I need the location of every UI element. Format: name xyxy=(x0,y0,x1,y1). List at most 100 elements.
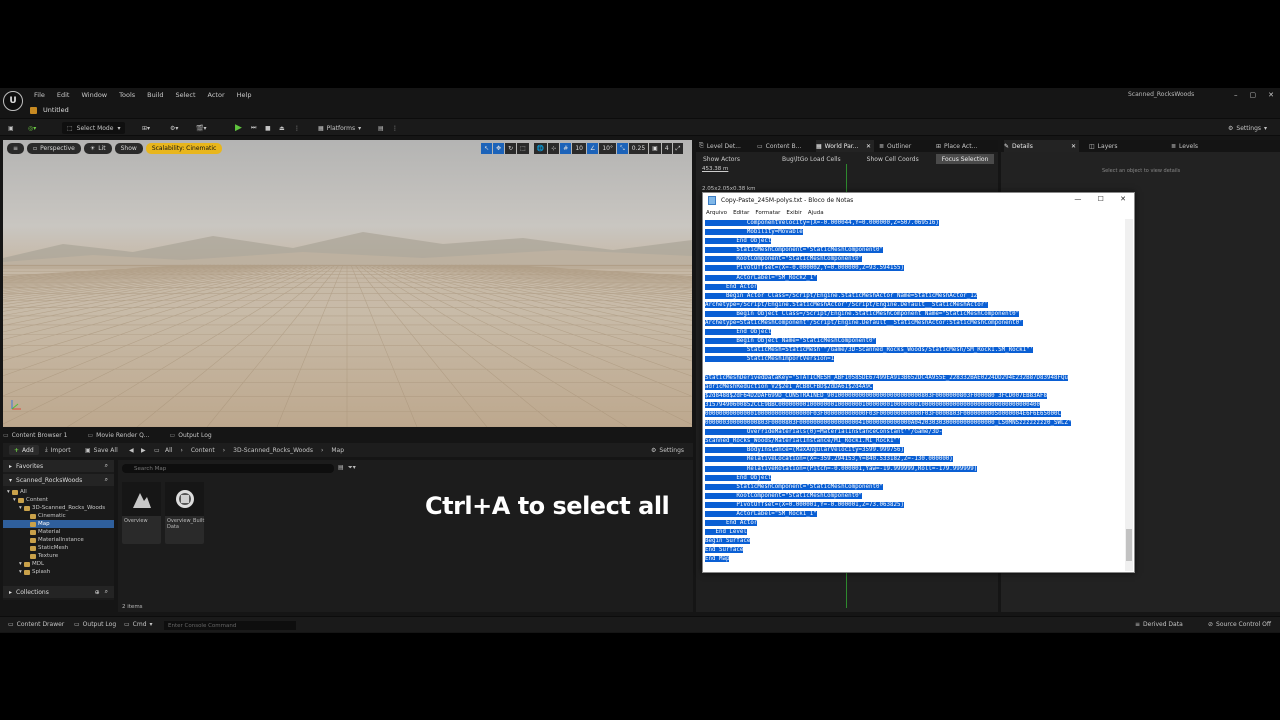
maximize-icon[interactable]: ☐ xyxy=(1098,195,1104,203)
asset-tile[interactable]: Overview_Built Data xyxy=(165,482,204,544)
focus-selection-button[interactable]: Focus Selection xyxy=(935,154,995,164)
lit-button[interactable]: ☀ Lit xyxy=(83,143,112,154)
notepad-text-area[interactable]: ComponentVelocity=(X=-0.000044,Y=0.00000… xyxy=(705,219,1123,571)
menu-file[interactable]: File xyxy=(34,91,45,99)
breadcrumb-content[interactable]: Content xyxy=(191,447,215,454)
menu-build[interactable]: Build xyxy=(147,91,163,99)
grid-snap-value[interactable]: 10 xyxy=(572,143,586,154)
save-search-icon[interactable]: ▤ xyxy=(338,464,344,471)
folder-nav-icon[interactable]: ▭ xyxy=(154,445,160,455)
menu-exibir[interactable]: Exibir xyxy=(786,210,802,216)
notepad-window[interactable]: Copy-Paste_245M-polys.txt - Bloco de Not… xyxy=(702,192,1135,573)
folder-tree-item[interactable]: Cinematic xyxy=(3,512,114,520)
scrollbar-thumb[interactable] xyxy=(1126,529,1132,561)
minimize-icon[interactable]: – xyxy=(1234,91,1238,99)
folder-tree-item[interactable]: ▾ Splash xyxy=(3,568,114,576)
build-icon[interactable]: ▤ xyxy=(378,122,384,134)
more-options-icon[interactable]: ⋮ xyxy=(392,122,398,134)
save-icon[interactable]: ▣ xyxy=(8,122,14,134)
tab-layers[interactable]: ◫ Layers xyxy=(1089,140,1159,152)
rotate-tool-icon[interactable]: ↻ xyxy=(505,143,517,154)
search-icon[interactable]: ⌕ xyxy=(105,476,108,484)
tab-content-browser[interactable]: ▭ Content Browser 1 xyxy=(3,432,67,439)
select-tool-icon[interactable]: ↖ xyxy=(481,143,493,154)
console-input[interactable]: Enter Console Command xyxy=(164,621,296,630)
blueprint-icon[interactable]: ⚙▾ xyxy=(170,122,178,134)
folder-tree-item[interactable]: StaticMesh xyxy=(3,544,114,552)
cmd-dropdown[interactable]: ▭ Cmd ▾ xyxy=(124,621,153,628)
source-control-button[interactable]: ⊘ Source Control Off xyxy=(1208,621,1271,628)
minimize-icon[interactable]: — xyxy=(1074,195,1081,203)
rotation-snap-value[interactable]: 10° xyxy=(599,143,616,154)
output-log-button[interactable]: ▭ Output Log xyxy=(74,621,116,628)
cinematics-icon[interactable]: 🎬▾ xyxy=(196,122,206,134)
add-actor-icon[interactable]: ⊞▾ xyxy=(142,122,150,134)
filter-icon[interactable]: ⏷▾ xyxy=(348,464,356,472)
menu-ajuda[interactable]: Ajuda xyxy=(808,210,824,216)
folder-tree-item[interactable]: Map xyxy=(3,520,114,528)
stop-icon[interactable]: ■ xyxy=(265,122,271,134)
close-icon[interactable]: ✕ xyxy=(1071,143,1076,150)
search-icon[interactable]: ⌕ xyxy=(105,588,108,596)
content-drawer-button[interactable]: ▭ Content Drawer xyxy=(8,621,64,628)
tab-place-actors[interactable]: ⊞ Place Act... xyxy=(936,140,996,152)
unreal-logo-icon[interactable]: U xyxy=(3,91,23,111)
folder-tree-item[interactable]: Material xyxy=(3,528,114,536)
grid-snap-icon[interactable]: # xyxy=(560,143,572,154)
level-tab[interactable]: Untitled xyxy=(30,106,69,114)
project-header[interactable]: ▾ Scanned_RocksWoods ⌕ xyxy=(3,474,114,486)
show-actors-toggle[interactable]: Show Actors xyxy=(700,154,743,164)
menu-arquivo[interactable]: Arquivo xyxy=(706,210,727,216)
world-space-icon[interactable]: 🌐 xyxy=(533,143,548,154)
folder-tree-item[interactable]: ▾ All xyxy=(3,488,114,496)
search-icon[interactable]: ⌕ xyxy=(105,462,108,470)
close-icon[interactable]: ✕ xyxy=(1268,91,1274,99)
menu-editar[interactable]: Editar xyxy=(733,210,749,216)
folder-tree-item[interactable]: ▾ MDL xyxy=(3,560,114,568)
history-forward-icon[interactable]: ▶ xyxy=(141,445,146,455)
tab-level-details[interactable]: ⎘ Level Det... xyxy=(699,140,757,152)
settings-button[interactable]: ⚙ Settings ▾ xyxy=(1228,122,1267,134)
perspective-button[interactable]: ▫ Perspective xyxy=(27,143,81,154)
tab-world-partition[interactable]: ▦ World Par... ✕ xyxy=(816,140,874,152)
scale-tool-icon[interactable]: ⬚ xyxy=(517,143,529,154)
search-input[interactable]: Search Map xyxy=(122,464,334,473)
eject-icon[interactable]: ⏏ xyxy=(279,122,285,134)
tab-output-log[interactable]: ▭ Output Log xyxy=(170,432,212,439)
tab-outliner[interactable]: ≣ Outliner xyxy=(879,140,934,152)
scalability-warning[interactable]: Scalability: Cinematic xyxy=(145,143,223,154)
favorites-header[interactable]: ▸ Favorites ⌕ xyxy=(3,460,114,472)
close-icon[interactable]: ✕ xyxy=(1120,195,1126,203)
maximize-viewport-icon[interactable]: ⤢ xyxy=(672,143,684,154)
camera-speed-value[interactable]: 4 xyxy=(661,143,672,154)
add-collection-icon[interactable]: ⊕ xyxy=(95,589,100,596)
show-cell-coords-toggle[interactable]: Show Cell Coords xyxy=(864,154,922,164)
menu-help[interactable]: Help xyxy=(237,91,252,99)
step-icon[interactable]: ⏭ xyxy=(251,122,256,134)
notepad-titlebar[interactable]: Copy-Paste_245M-polys.txt - Bloco de Not… xyxy=(703,193,1134,208)
scale-snap-icon[interactable]: ⤡ xyxy=(616,143,628,154)
menu-edit[interactable]: Edit xyxy=(57,91,70,99)
history-back-icon[interactable]: ◀ xyxy=(129,445,134,455)
source-control-icon[interactable]: ◎▾ xyxy=(28,122,36,134)
select-mode-dropdown[interactable]: ⬚ Select Mode ▾ xyxy=(62,122,126,134)
platforms-dropdown[interactable]: ▦ Platforms ▾ xyxy=(318,122,361,134)
viewport-menu-button[interactable]: ≡ xyxy=(7,143,25,154)
folder-tree-item[interactable]: MaterialInstance xyxy=(3,536,114,544)
folder-tree-item[interactable]: ▾ 3D-Scanned_Rocks_Woods xyxy=(3,504,114,512)
show-button[interactable]: Show xyxy=(114,143,143,154)
notepad-scrollbar[interactable] xyxy=(1125,219,1133,571)
collections-header[interactable]: ▸ Collections ⊕ ⌕ xyxy=(3,586,114,598)
level-viewport[interactable]: ≡ ▫ Perspective ☀ Lit Show Scalability: Ci… xyxy=(3,140,692,427)
play-options-icon[interactable]: ⋮ xyxy=(294,122,300,134)
play-button[interactable]: ▶ xyxy=(235,122,242,134)
load-cells-toggle[interactable]: Bug\ltGo Load Cells xyxy=(779,154,844,164)
save-all-button[interactable]: ▣ Save All xyxy=(85,445,118,455)
breadcrumb-3d-scanned[interactable]: 3D-Scanned_Rocks_Woods xyxy=(233,447,313,454)
import-button[interactable]: ⤓ Import xyxy=(45,445,71,455)
menu-tools[interactable]: Tools xyxy=(119,91,135,99)
asset-tile[interactable]: Overview xyxy=(122,482,161,544)
add-button[interactable]: + Add xyxy=(9,445,39,455)
menu-window[interactable]: Window xyxy=(81,91,107,99)
folder-tree-item[interactable]: Texture xyxy=(3,552,114,560)
